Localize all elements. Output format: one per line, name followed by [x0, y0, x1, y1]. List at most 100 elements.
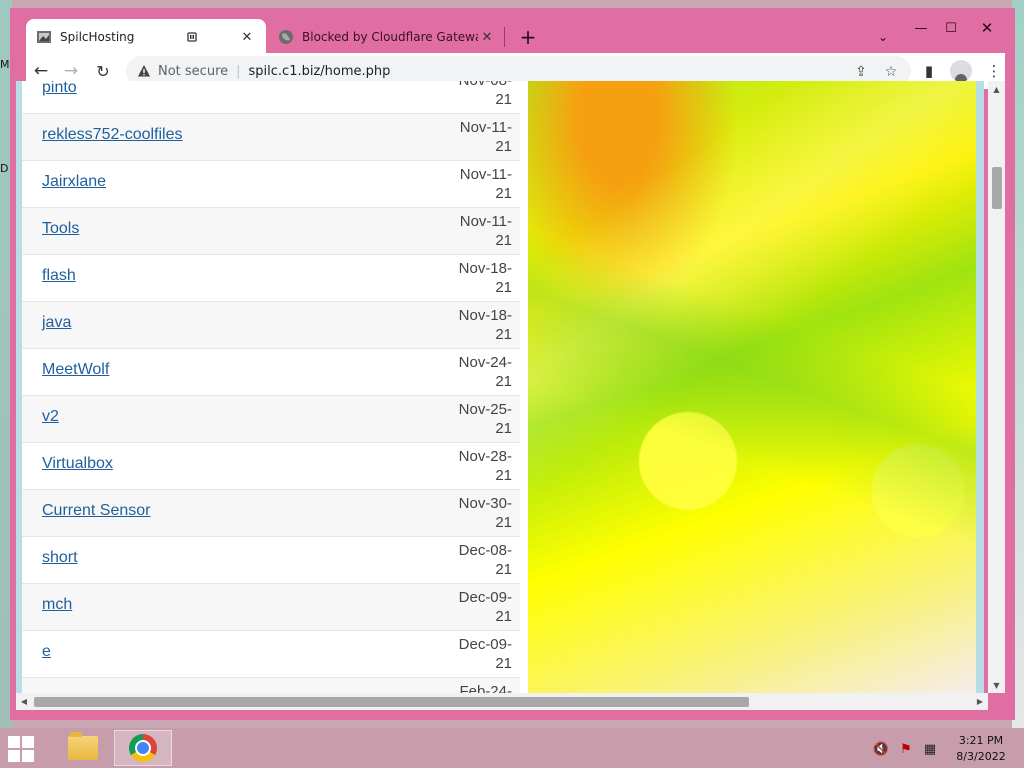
file-link[interactable]: pinto	[42, 81, 77, 97]
maximize-button[interactable]: ☐	[936, 16, 966, 40]
file-link[interactable]: java	[42, 314, 71, 332]
globe-icon	[279, 30, 293, 44]
start-button[interactable]	[8, 736, 38, 762]
file-date-line: Dec-08-	[458, 542, 512, 559]
file-date: Nov-11- 21	[444, 118, 518, 156]
file-date-line: 21	[495, 467, 512, 484]
file-date-line: Nov-28-	[458, 448, 512, 465]
file-date-line: Nov-11-	[459, 213, 512, 230]
folder-icon	[68, 732, 98, 760]
file-date: Nov-30- 21	[444, 494, 518, 532]
table-row: Tools Nov-11- 21	[22, 208, 520, 255]
table-row: pinto Nov-08-21	[22, 81, 520, 114]
table-row: rekless752-coolfiles Nov-11- 21	[22, 114, 520, 161]
file-date-line: Nov-18-	[458, 260, 512, 277]
file-date-line: 21	[495, 232, 512, 249]
table-row: mch Dec-09- 21	[22, 584, 520, 631]
warning-icon[interactable]	[136, 64, 152, 78]
scroll-right-arrow[interactable]: ▶	[972, 693, 988, 710]
horizontal-scroll-thumb[interactable]	[34, 697, 749, 707]
file-date-line: Nov-30-	[458, 495, 512, 512]
file-date-line: Nov-18-	[458, 307, 512, 324]
chrome-taskbar-button[interactable]	[114, 730, 172, 766]
security-status-label[interactable]: Not secure	[158, 64, 228, 79]
minimize-button[interactable]: —	[906, 16, 936, 40]
site-favicon-icon	[37, 31, 51, 43]
file-date: Nov-11- 21	[444, 165, 518, 203]
url-text[interactable]: spilc.c1.biz/home.php	[249, 64, 391, 79]
horizontal-scrollbar[interactable]: ◀ ▶	[16, 693, 988, 710]
chrome-icon	[129, 734, 157, 762]
table-row: short Dec-08- 21	[22, 537, 520, 584]
file-link[interactable]: Current Sensor	[42, 502, 151, 520]
file-date-line: Nov-25-	[458, 401, 512, 418]
file-link[interactable]: Jairxlane	[42, 173, 106, 191]
table-row: java Nov-18- 21	[22, 302, 520, 349]
network-icon[interactable]: ▦	[921, 740, 939, 758]
system-clock[interactable]: 3:21 PM 8/3/2022	[948, 733, 1014, 765]
file-date: Nov-28- 21	[444, 447, 518, 485]
browser-window: — ☐ ✕ ⌄ SpilcHosting ✕ Blocked by Cloudf…	[10, 8, 1015, 720]
file-date-line: 21	[495, 655, 512, 672]
windows-logo-pane	[8, 736, 20, 748]
file-link[interactable]: rekless752-coolfiles	[42, 126, 183, 144]
tab-title: SpilcHosting	[60, 30, 135, 44]
file-date-line: 21	[495, 91, 512, 108]
file-explorer-taskbar-button[interactable]	[58, 730, 108, 766]
file-date: Nov-18- 21	[444, 259, 518, 297]
close-window-button[interactable]: ✕	[972, 16, 1002, 40]
scroll-left-arrow[interactable]: ◀	[16, 693, 32, 710]
file-date-line: Nov-08-	[444, 81, 512, 90]
background-artwork	[528, 81, 976, 693]
page-content: pintoNov-08-21rekless752-coolfilesNov-11…	[16, 81, 976, 693]
file-date: Nov-25- 21	[444, 400, 518, 438]
file-date: Nov-18- 21	[444, 306, 518, 344]
file-link[interactable]: v2	[42, 408, 59, 426]
file-date-line: 21	[495, 326, 512, 343]
file-date: Nov-24- 21	[444, 353, 518, 391]
file-link[interactable]: mch	[42, 596, 72, 614]
file-date-line: Nov-24-	[458, 354, 512, 371]
scroll-down-arrow[interactable]: ▼	[988, 677, 1005, 693]
vertical-scroll-thumb[interactable]	[992, 167, 1002, 209]
file-date: Feb-24-22	[444, 682, 518, 693]
file-link[interactable]: Tools	[42, 220, 79, 238]
file-date-line: 21	[495, 185, 512, 202]
clock-time: 3:21 PM	[958, 734, 1004, 747]
clock-date: 8/3/2022	[956, 750, 1006, 763]
close-tab-button[interactable]: ✕	[238, 28, 256, 46]
vertical-scrollbar[interactable]: ▲ ▼	[988, 81, 1005, 693]
file-link[interactable]: Virtualbox	[42, 455, 113, 473]
new-tab-button[interactable]: +	[515, 24, 541, 50]
taskbar: 🔇 ⚑ ▦ 3:21 PM 8/3/2022	[0, 728, 1024, 768]
tab-spilchosting[interactable]: SpilcHosting ✕	[26, 19, 266, 55]
tab-search-dropdown-icon[interactable]: ⌄	[872, 26, 894, 48]
table-row: flash Nov-18- 21	[22, 255, 520, 302]
desktop-icon-label-d: D	[0, 162, 9, 175]
scroll-up-arrow[interactable]: ▲	[988, 81, 1005, 97]
desktop-icon-label-m: M	[0, 58, 10, 71]
file-date-line: 21	[495, 279, 512, 296]
volume-muted-icon[interactable]: 🔇	[872, 740, 890, 758]
file-date: Dec-09- 21	[444, 635, 518, 673]
file-date: Dec-08- 21	[444, 541, 518, 579]
table-row: Current Sensor Nov-30- 21	[22, 490, 520, 537]
table-row: v2 Nov-25- 21	[22, 396, 520, 443]
close-tab-button[interactable]: ✕	[478, 28, 496, 46]
file-date-line: 21	[495, 420, 512, 437]
tab-separator	[504, 27, 505, 47]
file-link[interactable]: short	[42, 549, 78, 567]
tab-blocked-by-cloudflare[interactable]: Blocked by Cloudflare Gateway ✕	[268, 19, 506, 55]
action-center-flag-icon[interactable]: ⚑	[897, 740, 915, 758]
file-date-line: 21	[495, 514, 512, 531]
file-list: pintoNov-08-21rekless752-coolfilesNov-11…	[22, 81, 520, 693]
avatar-icon	[950, 60, 972, 82]
file-link[interactable]: e	[42, 643, 51, 661]
file-date-line: Nov-11-	[459, 166, 512, 183]
table-row: MeetWolf Nov-24- 21	[22, 349, 520, 396]
file-link[interactable]: flash	[42, 267, 76, 285]
file-date: Dec-09- 21	[444, 588, 518, 626]
table-row: Virtualbox Nov-28- 21	[22, 443, 520, 490]
file-link[interactable]: MeetWolf	[42, 361, 109, 379]
file-date-line: 21	[495, 373, 512, 390]
